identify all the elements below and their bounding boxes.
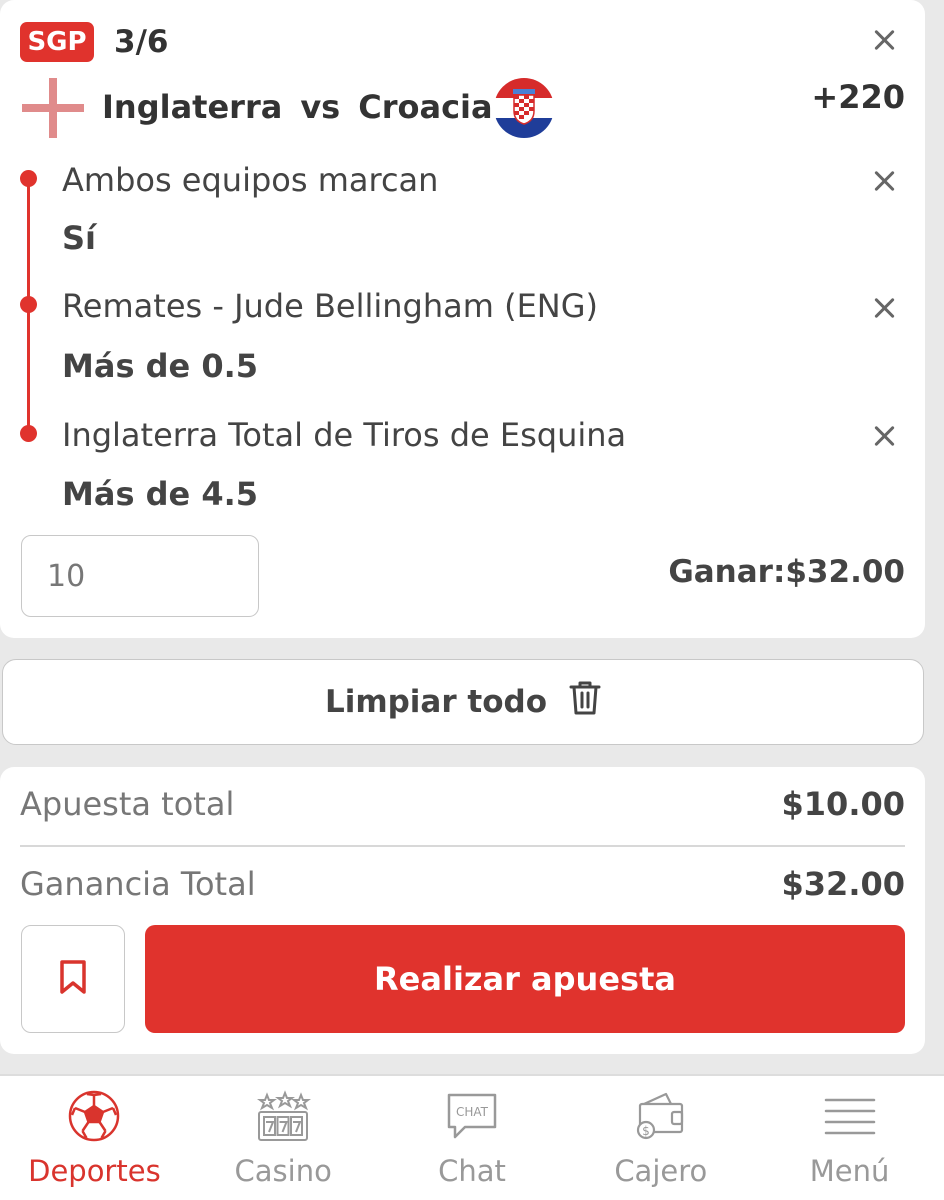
vs-label: vs [300, 88, 341, 126]
total-payout-value: $32.00 [781, 865, 905, 903]
slot-machine-icon [253, 1088, 313, 1144]
save-bet-button[interactable] [21, 925, 125, 1033]
clear-all-button[interactable]: Limpiar todo [2, 659, 924, 745]
sgp-badge: SGP [20, 22, 94, 62]
leg-2-selection: Más de 0.5 [62, 347, 259, 385]
leg-count: 3/6 [114, 24, 169, 60]
leg-1-selection: Sí [62, 219, 97, 257]
total-payout-label: Ganancia Total [20, 865, 256, 903]
total-stake-label: Apuesta total [20, 785, 235, 823]
leg-1-title: Ambos equipos marcan [62, 161, 439, 199]
bookmark-icon [58, 959, 88, 999]
nav-item-deportes[interactable]: Deportes [0, 1076, 189, 1200]
chat-bubble-icon: CHAT [442, 1088, 502, 1144]
nav-label-chat: Chat [438, 1154, 506, 1188]
bottom-nav: Deportes Casino CHAT Chat $ Cajero Menú [0, 1074, 944, 1200]
hamburger-menu-icon [820, 1088, 880, 1144]
nav-item-chat[interactable]: CHAT Chat [378, 1076, 567, 1200]
leg-3-selection: Más de 4.5 [62, 475, 259, 513]
svg-text:$: $ [642, 1124, 650, 1138]
leg-2-title: Remates - Jude Bellingham (ENG) [62, 287, 599, 325]
remove-leg-1-icon[interactable] [873, 170, 895, 192]
leg-dot [20, 170, 37, 187]
leg-dot [20, 425, 37, 442]
wallet-icon: $ [631, 1088, 691, 1144]
win-label: Ganar: [668, 554, 786, 590]
chat-icon-text: CHAT [456, 1105, 489, 1119]
nav-label-casino: Casino [234, 1154, 332, 1188]
potential-win: Ganar:$32.00 [668, 554, 905, 590]
nav-label-cajero: Cajero [614, 1154, 708, 1188]
remove-leg-3-icon[interactable] [873, 425, 895, 447]
clear-all-label: Limpiar todo [324, 684, 548, 720]
trash-icon [569, 680, 601, 724]
match-title: Inglaterra vs Croacia [102, 84, 493, 130]
divider [20, 845, 905, 847]
remove-leg-2-icon[interactable] [873, 297, 895, 319]
croatia-flag-icon [494, 78, 554, 138]
close-bet-icon[interactable] [873, 29, 895, 51]
leg-3-title: Inglaterra Total de Tiros de Esquina [62, 416, 627, 454]
nav-label-menu: Menú [809, 1154, 890, 1188]
bet-slip-card: SGP 3/6 Inglaterra vs Croacia +220 Ambos e… [0, 0, 925, 638]
nav-label-deportes: Deportes [28, 1154, 161, 1188]
place-bet-button[interactable]: Realizar apuesta [145, 925, 905, 1033]
stake-input[interactable] [21, 535, 259, 617]
home-team: Inglaterra [102, 88, 283, 126]
soccer-ball-icon [64, 1088, 124, 1144]
nav-item-casino[interactable]: Casino [189, 1076, 378, 1200]
nav-item-cajero[interactable]: $ Cajero [566, 1076, 755, 1200]
england-flag-icon [22, 78, 84, 138]
totals-card: Apuesta total $10.00 Ganancia Total $32.… [0, 767, 925, 1054]
away-team: Croacia [358, 88, 493, 126]
nav-item-menu[interactable]: Menú [755, 1076, 944, 1200]
leg-dot [20, 296, 37, 313]
combined-odds: +220 [811, 78, 905, 116]
win-value: $32.00 [785, 554, 905, 590]
total-stake-value: $10.00 [781, 785, 905, 823]
